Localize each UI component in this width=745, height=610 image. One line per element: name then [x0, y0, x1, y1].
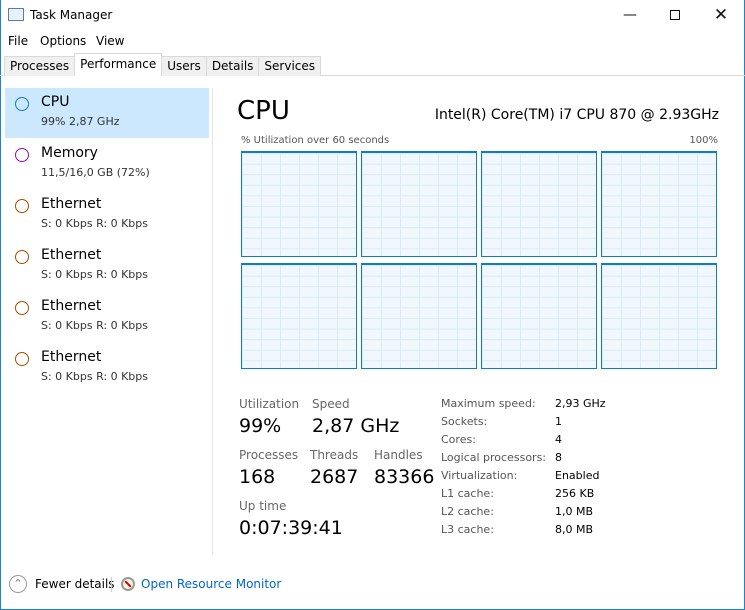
sidebar-item-sub: S: 0 Kbps R: 0 Kbps [41, 217, 148, 230]
sidebar-item-ethernet[interactable]: Ethernet S: 0 Kbps R: 0 Kbps [5, 190, 209, 240]
detail-label: Maximum speed: [441, 397, 536, 410]
sidebar-item-sub: S: 0 Kbps R: 0 Kbps [41, 268, 148, 281]
status-circle-icon [15, 97, 29, 111]
open-resource-monitor-link[interactable]: Open Resource Monitor [141, 577, 281, 591]
sidebar-item-ethernet[interactable]: Ethernet S: 0 Kbps R: 0 Kbps [5, 292, 209, 342]
task-manager-icon [8, 8, 24, 21]
processes-value: 168 [239, 466, 276, 488]
close-button[interactable]: ✕ [698, 0, 744, 30]
detail-value: 8 [555, 451, 562, 464]
chevron-up-icon[interactable]: ⌃ [9, 575, 27, 593]
detail-label: Sockets: [441, 415, 488, 428]
cpu-core-graph [601, 151, 717, 257]
status-circle-icon [15, 250, 29, 264]
cpu-model: Intel(R) Core(TM) i7 CPU 870 @ 2.93GHz [434, 107, 719, 123]
graph-max-label: 100% [689, 135, 718, 146]
cpu-core-graph [241, 263, 357, 369]
sidebar-item-sub: S: 0 Kbps R: 0 Kbps [41, 370, 148, 383]
tab-users[interactable]: Users [161, 56, 207, 76]
sidebar-item-sub: 11,5/16,0 GB (72%) [41, 166, 150, 179]
detail-label: Cores: [441, 433, 476, 446]
sidebar-item-ethernet[interactable]: Ethernet S: 0 Kbps R: 0 Kbps [5, 343, 209, 393]
status-circle-icon [15, 352, 29, 366]
detail-value: 256 KB [555, 487, 595, 500]
detail-value: 8,0 MB [555, 523, 594, 536]
uptime-label: Up time [239, 499, 287, 513]
fewer-details-button[interactable]: Fewer details [35, 577, 115, 591]
sidebar-item-ethernet[interactable]: Ethernet S: 0 Kbps R: 0 Kbps [5, 241, 209, 291]
tab-services[interactable]: Services [258, 56, 322, 76]
detail-value: 4 [555, 433, 562, 446]
tab-performance[interactable]: Performance [74, 53, 163, 76]
status-circle-icon [15, 301, 29, 315]
uptime-value: 0:07:39:41 [239, 517, 343, 539]
sidebar-item-label: Ethernet [41, 196, 102, 212]
cpu-core-graph [241, 151, 357, 257]
detail-value: 1,0 MB [555, 505, 594, 518]
sidebar-item-label: Ethernet [41, 247, 102, 263]
tab-processes[interactable]: Processes [4, 56, 76, 76]
speed-value: 2,87 GHz [312, 415, 400, 437]
sidebar-item-label: CPU [41, 94, 70, 110]
status-circle-icon [15, 148, 29, 162]
utilization-value: 99% [239, 415, 282, 437]
sidebar-item-memory[interactable]: Memory 11,5/16,0 GB (72%) [5, 139, 209, 189]
footer-divider [111, 577, 112, 592]
menu-options[interactable]: Options [40, 34, 86, 48]
resource-monitor-icon [121, 577, 135, 591]
threads-label: Threads [310, 448, 359, 462]
window-title: Task Manager [30, 8, 113, 22]
speed-label: Speed [312, 397, 350, 411]
sidebar-item-label: Memory [41, 145, 98, 161]
detail-label: Logical processors: [441, 451, 547, 464]
sidebar-item-label: Ethernet [41, 298, 102, 314]
cpu-core-graph [361, 263, 477, 369]
cpu-core-graph [361, 151, 477, 257]
sidebar-item-sub: S: 0 Kbps R: 0 Kbps [41, 319, 148, 332]
menu-file[interactable]: File [8, 34, 28, 48]
handles-value: 83366 [374, 466, 435, 488]
detail-label: L3 cache: [441, 523, 494, 536]
minimize-button[interactable]: — [607, 0, 653, 30]
threads-value: 2687 [310, 466, 359, 488]
detail-value: 1 [555, 415, 562, 428]
detail-label: L2 cache: [441, 505, 494, 518]
sidebar-divider [212, 88, 213, 555]
cpu-core-graph [481, 151, 597, 257]
maximize-button[interactable] [652, 0, 698, 30]
detail-value: 2,93 GHz [555, 397, 606, 410]
menu-view[interactable]: View [96, 34, 124, 48]
processes-label: Processes [239, 448, 299, 462]
detail-label: Virtualization: [441, 469, 518, 482]
tab-details[interactable]: Details [205, 56, 260, 76]
detail-label: L1 cache: [441, 487, 494, 500]
cpu-core-graph [481, 263, 597, 369]
cpu-core-graph [601, 263, 717, 369]
tab-bar: Processes Performance Users Details Serv… [4, 53, 322, 76]
graph-label: % Utilization over 60 seconds [241, 135, 390, 146]
detail-value: Enabled [555, 469, 600, 482]
sidebar-item-cpu[interactable]: CPU 99% 2,87 GHz [5, 88, 209, 138]
page-title: CPU [237, 96, 290, 126]
utilization-label: Utilization [239, 397, 300, 411]
sidebar-item-sub: 99% 2,87 GHz [41, 115, 120, 128]
handles-label: Handles [374, 448, 423, 462]
status-circle-icon [15, 199, 29, 213]
sidebar-item-label: Ethernet [41, 349, 102, 365]
